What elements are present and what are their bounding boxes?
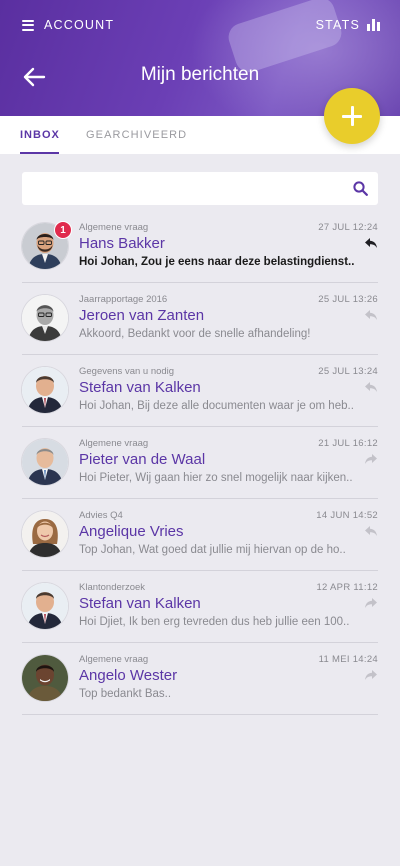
message-date: 12 APR 11:12 <box>316 582 378 593</box>
search-icon[interactable] <box>353 181 368 196</box>
message-item[interactable]: Algemene vraag 21 JUL 16:12 Pieter van d… <box>22 427 378 499</box>
forward-icon <box>365 670 377 680</box>
message-sender: Pieter van de Waal <box>79 451 206 468</box>
message-item[interactable]: Gegevens van u nodig 25 JUL 13:24 Stefan… <box>22 355 378 427</box>
avatar <box>22 439 68 485</box>
avatar <box>22 583 68 629</box>
message-subject: Algemene vraag <box>79 654 149 665</box>
message-preview: Hoi Pieter, Wij gaan hier zo snel mogeli… <box>79 472 353 484</box>
account-label: ACCOUNT <box>44 18 115 32</box>
search-input[interactable] <box>22 172 352 205</box>
new-message-button[interactable] <box>324 88 380 144</box>
message-subject: Klantonderzoek <box>79 582 146 593</box>
message-subject: Jaarrapportage 2016 <box>79 294 168 305</box>
message-date: 11 MEI 14:24 <box>318 654 378 665</box>
search-bar <box>22 172 378 205</box>
message-subject: Algemene vraag <box>79 438 149 449</box>
forward-icon <box>365 598 377 608</box>
avatar <box>22 367 68 413</box>
forward-icon <box>365 454 377 464</box>
message-item[interactable]: 1 Algemene vraag 27 JUL 12:24 Hans Bakke… <box>22 211 378 283</box>
tab-archived[interactable]: GEARCHIVEERD <box>86 129 187 141</box>
message-subject: Gegevens van u nodig <box>79 366 175 377</box>
avatar <box>22 655 68 701</box>
account-menu-button[interactable]: ACCOUNT <box>22 18 114 32</box>
active-tab-indicator <box>20 152 59 154</box>
message-list: 1 Algemene vraag 27 JUL 12:24 Hans Bakke… <box>22 211 378 715</box>
message-preview: Akkoord, Bedankt voor de snelle afhandel… <box>79 328 311 340</box>
message-sender: Jeroen van Zanten <box>79 307 205 324</box>
message-item[interactable]: Klantonderzoek 12 APR 11:12 Stefan van K… <box>22 571 378 643</box>
message-preview: Top bedankt Bas.. <box>79 688 172 700</box>
message-item[interactable]: Jaarrapportage 2016 25 JUL 13:26 Jeroen … <box>22 283 378 355</box>
message-preview: Top Johan, Wat goed dat jullie mij hierv… <box>79 544 346 556</box>
message-sender: Stefan van Kalken <box>79 379 201 396</box>
avatar <box>22 511 68 557</box>
message-date: 25 JUL 13:24 <box>318 366 378 377</box>
reply-icon <box>365 310 377 320</box>
message-sender: Angelique Vries <box>79 523 184 540</box>
message-subject: Algemene vraag <box>79 222 149 233</box>
page-title: Mijn berichten <box>140 64 260 85</box>
stats-button[interactable]: STATS <box>316 18 380 32</box>
reply-icon <box>365 382 377 392</box>
message-sender: Angelo Wester <box>79 667 178 684</box>
message-sender: Stefan van Kalken <box>79 595 201 612</box>
message-item[interactable]: Advies Q4 14 JUN 14:52 Angelique Vries T… <box>22 499 378 571</box>
reply-icon <box>365 238 377 248</box>
message-date: 21 JUL 16:12 <box>318 438 378 449</box>
message-sender: Hans Bakker <box>79 235 165 252</box>
message-date: 27 JUL 12:24 <box>318 222 378 233</box>
top-bar: ACCOUNT STATS <box>0 14 400 40</box>
tab-inbox[interactable]: INBOX <box>20 129 60 141</box>
stats-label: STATS <box>315 18 360 32</box>
bar-chart-icon <box>367 19 380 31</box>
message-date: 25 JUL 13:26 <box>318 294 378 305</box>
plus-icon-stroke <box>350 106 354 126</box>
message-preview: Hoi Djiet, Ik ben erg tevreden dus heb j… <box>79 616 350 628</box>
message-subject: Advies Q4 <box>79 510 123 521</box>
hamburger-icon <box>22 19 34 31</box>
message-preview: Hoi Johan, Zou je eens naar deze belasti… <box>79 256 355 268</box>
unread-count-badge: 1 <box>54 221 72 239</box>
avatar <box>22 295 68 341</box>
message-date: 14 JUN 14:52 <box>316 510 378 521</box>
message-item[interactable]: Algemene vraag 11 MEI 14:24 Angelo Weste… <box>22 643 378 715</box>
reply-icon <box>365 526 377 536</box>
message-preview: Hoi Johan, Bij deze alle documenten waar… <box>79 400 354 412</box>
